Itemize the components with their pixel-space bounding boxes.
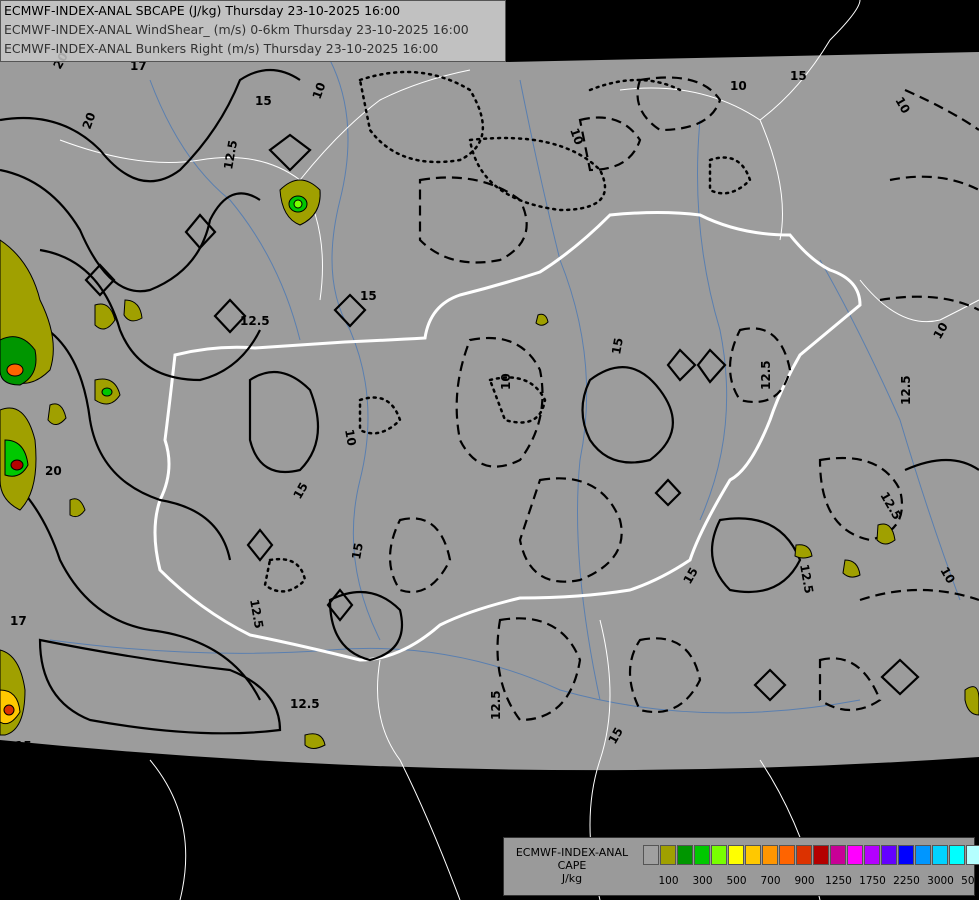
legend-swatch	[796, 845, 812, 865]
legend-title: ECMWF-INDEX-ANAL CAPE J/kg	[506, 846, 638, 885]
header-line-cape: ECMWF-INDEX-ANAL SBCAPE (J/kg) Thursday …	[4, 3, 401, 18]
legend-title-variable: CAPE	[557, 859, 587, 872]
contour-label: 12.5	[489, 690, 503, 720]
legend-tick-label: 500	[726, 875, 747, 887]
legend-swatch	[745, 845, 761, 865]
legend-swatch	[677, 845, 693, 865]
contour-label: 17	[10, 614, 27, 628]
legend-tick-label: 2250	[893, 875, 920, 887]
legend-tick-label: 1750	[859, 875, 886, 887]
contour-label: 15	[349, 542, 366, 561]
legend-swatch	[779, 845, 795, 865]
legend-swatch	[847, 845, 863, 865]
contour-label: 15	[609, 337, 626, 356]
contour-label: 12.5	[759, 360, 773, 390]
map-header: ECMWF-INDEX-ANAL SBCAPE (J/kg) Thursday …	[0, 0, 506, 62]
contour-label: 15	[360, 289, 377, 303]
legend-title-unit: J/kg	[561, 872, 583, 885]
legend-swatch	[660, 845, 676, 865]
contour-label: 15	[15, 739, 32, 753]
contour-label: 10	[730, 79, 747, 93]
legend-tick-label: 900	[794, 875, 815, 887]
contour-label: 15	[255, 94, 272, 108]
legend-tick-label: 100	[658, 875, 679, 887]
contour-label: 12.5	[240, 314, 270, 328]
legend-tick-label: 5000	[961, 875, 979, 887]
legend-swatches	[643, 845, 979, 865]
legend-swatch	[643, 845, 659, 865]
contour-label: 10	[342, 428, 359, 447]
contour-label: 12.5	[290, 697, 320, 711]
contour-label: 15	[790, 69, 807, 83]
legend-ticks: 100 300 500 700 900 1250 1750 2250 3000 5000	[643, 875, 979, 889]
cape-legend: ECMWF-INDEX-ANAL CAPE J/kg 100 300 500 700 9…	[503, 837, 979, 896]
legend-tick-label: 300	[692, 875, 713, 887]
legend-swatch	[711, 845, 727, 865]
legend-swatch	[915, 845, 931, 865]
legend-tick-label: 700	[760, 875, 781, 887]
legend-swatch	[881, 845, 897, 865]
legend-swatch	[694, 845, 710, 865]
header-line-bunkers: ECMWF-INDEX-ANAL Bunkers Right (m/s) Thu…	[4, 41, 439, 56]
weather-map: 20 17 15 12.5 10 20 15 12.5 10 15 12.5 1…	[0, 0, 979, 900]
legend-tick-label: 3000	[927, 875, 954, 887]
legend-swatch	[813, 845, 829, 865]
header-line-windshear: ECMWF-INDEX-ANAL WindShear_ (m/s) 0-6km …	[4, 22, 469, 37]
contour-label: 10	[499, 373, 513, 390]
contour-label: 20	[45, 464, 62, 478]
legend-tick-label: 1250	[825, 875, 852, 887]
legend-swatch	[932, 845, 948, 865]
legend-swatch	[830, 845, 846, 865]
data-domain	[0, 0, 979, 771]
legend-title-source: ECMWF-INDEX-ANAL	[515, 846, 629, 859]
legend-swatch	[762, 845, 778, 865]
legend-swatch	[949, 845, 965, 865]
contour-label: 12.5	[899, 375, 913, 405]
legend-swatch	[966, 845, 979, 865]
legend-swatch	[728, 845, 744, 865]
legend-swatch	[864, 845, 880, 865]
legend-swatch	[898, 845, 914, 865]
